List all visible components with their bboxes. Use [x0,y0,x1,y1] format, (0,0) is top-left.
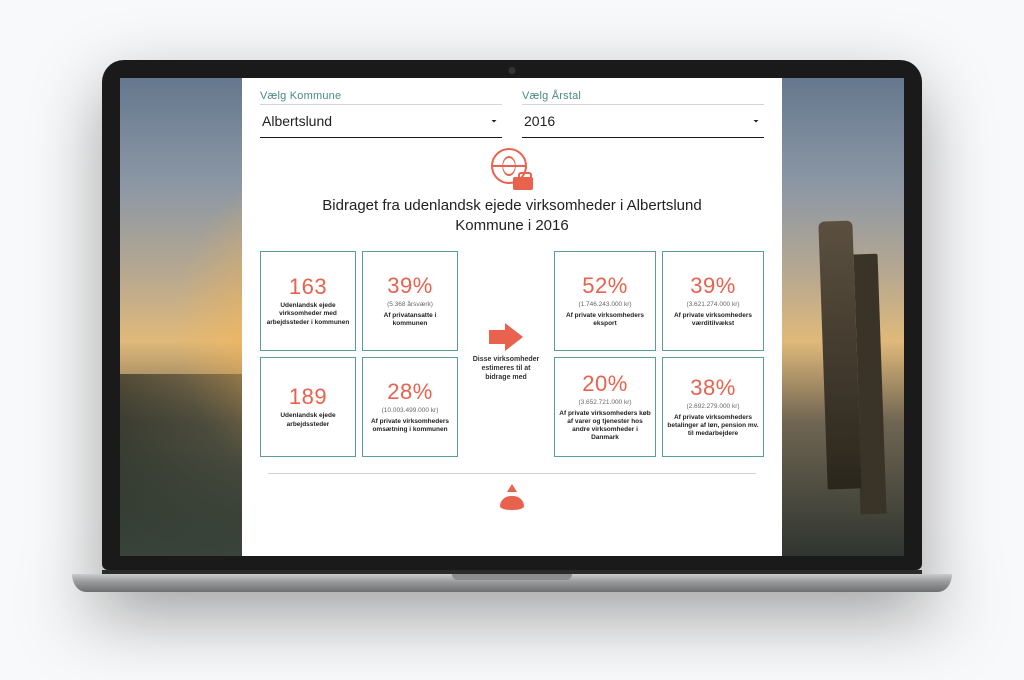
chevron-down-icon [488,115,500,127]
arrow-caption: Disse virksomheder estimeres til at bidr… [471,356,541,382]
year-dropdown[interactable]: 2016 [522,109,764,138]
kpi-value: 39% [690,273,736,299]
kommune-selector: Vælg Kommune Albertslund [260,90,502,138]
kpi-desc: Udenlandsk ejede virksomheder med arbejd… [265,302,351,326]
laptop-base [72,574,952,592]
footer-icon-row [260,484,764,510]
kpi-desc: Af private virksomheders omsætning i kom… [367,418,453,434]
kpi-desc: Af private virksomheders køb af varer og… [559,410,651,443]
kommune-dropdown[interactable]: Albertslund [260,109,502,138]
kpi-desc: Udenlandsk ejede arbejdssteder [265,412,351,428]
kpi-card: 28% (10.003.499.000 kr) Af private virks… [362,357,458,457]
kpi-grid: 163 Udenlandsk ejede virksomheder med ar… [260,251,764,457]
kommune-value: Albertslund [262,113,332,129]
kpi-card: 20% (3.652.721.000 kr) Af private virkso… [554,357,656,457]
center-column: Disse virksomheder estimeres til at bidr… [466,251,546,457]
kpi-value: 163 [289,274,327,300]
kpi-card: 52% (1.746.243.000 kr) Af private virkso… [554,251,656,351]
year-value: 2016 [524,113,555,129]
chevron-down-icon [750,115,762,127]
kpi-value: 20% [582,371,628,397]
kpi-card: 163 Udenlandsk ejede virksomheder med ar… [260,251,356,351]
kpi-value: 189 [289,384,327,410]
hero-icon-row [260,148,764,190]
kpi-value: 38% [690,375,736,401]
kpi-desc: Af private virksomheders betalinger af l… [667,414,759,438]
page-headline: Bidraget fra udenlandsk ejede virksomhed… [322,196,702,237]
kpi-card: 39% (3.621.274.000 kr) Af private virkso… [662,251,764,351]
dashboard-app: Vælg Kommune Albertslund Vælg Årstal 201… [242,78,782,556]
kpi-sub: (3.621.274.000 kr) [686,301,739,308]
arrow-right-icon [489,324,523,350]
kpi-sub: (10.003.499.000 kr) [382,407,439,414]
selector-row: Vælg Kommune Albertslund Vælg Årstal 201… [260,90,764,138]
ship-leaves-icon [497,484,527,510]
laptop-mockup: Vælg Kommune Albertslund Vælg Årstal 201… [72,60,952,620]
kpi-desc: Af private virksomheders værditilvækst [667,312,759,328]
kpi-desc: Af privatansatte i kommunen [367,312,453,328]
camera-dot [509,67,516,74]
kpi-desc: Af private virksomheders eksport [559,312,651,328]
laptop-body: Vælg Kommune Albertslund Vælg Årstal 201… [102,60,922,570]
kpi-sub: (3.652.721.000 kr) [578,399,631,406]
kpi-value: 39% [387,273,433,299]
kpi-card: 39% (5.368 årsværk) Af privatansatte i k… [362,251,458,351]
kpi-sub: (2.692.279.000 kr) [686,403,739,410]
kpi-sub: (1.746.243.000 kr) [578,301,631,308]
kpi-card: 38% (2.692.279.000 kr) Af private virkso… [662,357,764,457]
section-divider [268,473,756,474]
kpi-card: 189 Udenlandsk ejede arbejdssteder [260,357,356,457]
globe-briefcase-icon [491,148,533,190]
left-kpi-grid: 163 Udenlandsk ejede virksomheder med ar… [260,251,458,457]
kpi-value: 28% [387,379,433,405]
right-kpi-grid: 52% (1.746.243.000 kr) Af private virkso… [554,251,764,457]
year-selector: Vælg Årstal 2016 [522,90,764,138]
year-label: Vælg Årstal [522,90,764,105]
kpi-sub: (5.368 årsværk) [387,301,433,308]
kpi-value: 52% [582,273,628,299]
screen: Vælg Kommune Albertslund Vælg Årstal 201… [120,78,904,556]
kommune-label: Vælg Kommune [260,90,502,105]
